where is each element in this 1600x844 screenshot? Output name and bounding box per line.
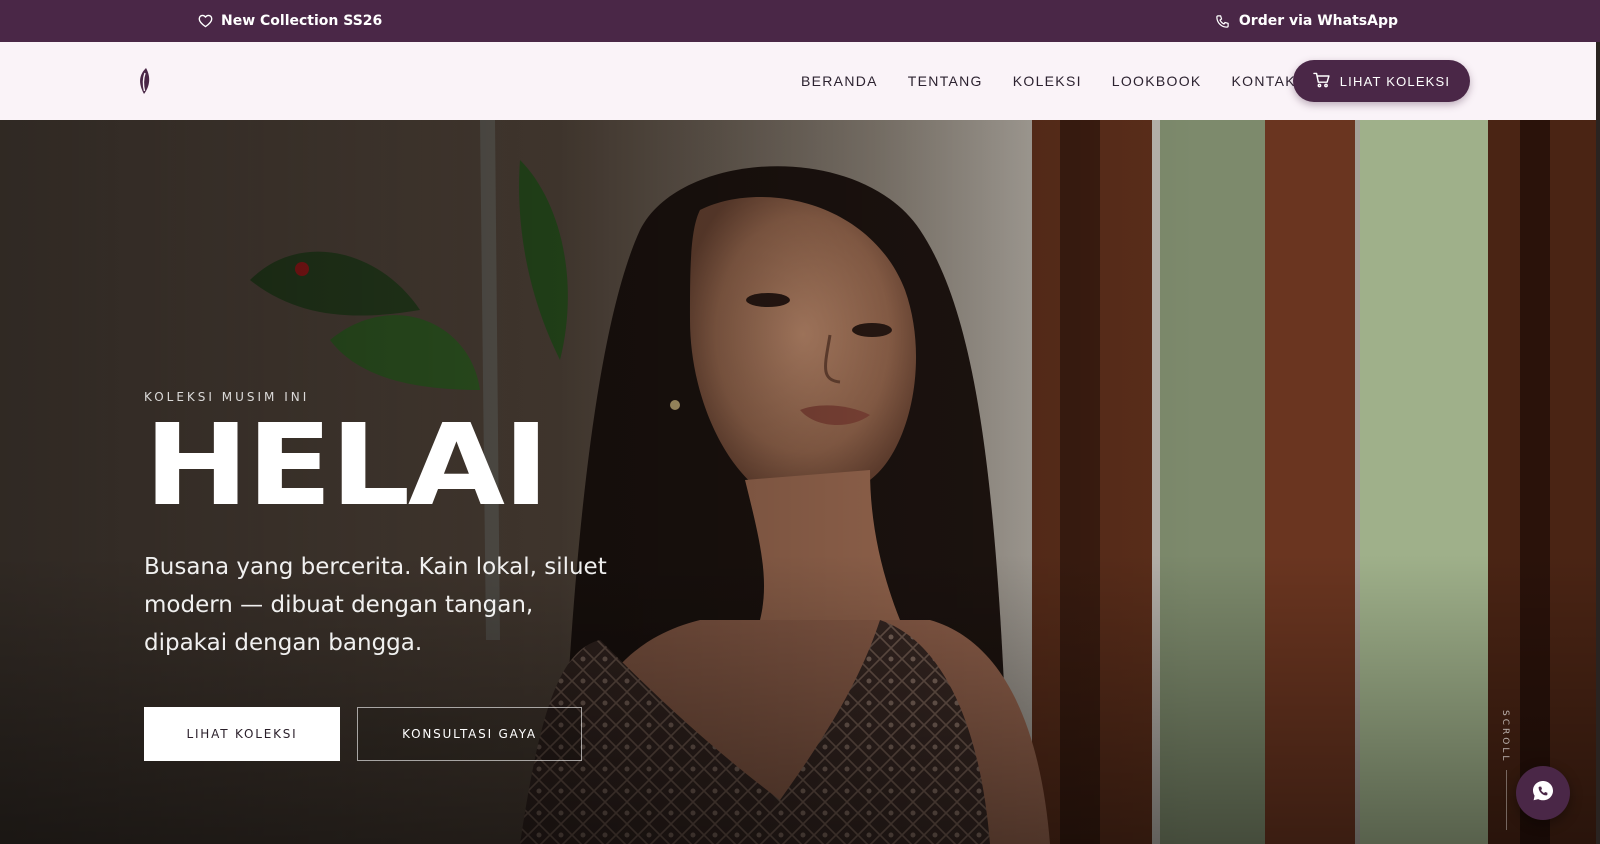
scroll-label: SCROLL (1500, 710, 1510, 764)
cart-icon (1313, 72, 1331, 91)
heart-icon (198, 14, 213, 28)
hero-style-consultation-button[interactable]: KONSULTASI GAYA (357, 707, 582, 761)
leaf-logo-icon[interactable] (137, 67, 153, 95)
hero-section: KOLEKSI MUSIM INI HELAI Busana yang berc… (0, 120, 1596, 844)
nav-link-lookbook[interactable]: LOOKBOOK (1112, 73, 1202, 89)
nav-link-tentang[interactable]: TENTANG (908, 73, 983, 89)
hero-view-collection-button[interactable]: LIHAT KOLEKSI (144, 707, 340, 761)
order-link-text: Order via WhatsApp (1238, 13, 1398, 29)
view-collection-label: LIHAT KOLEKSI (1339, 73, 1451, 89)
scroll-line (1506, 770, 1507, 830)
main-nav: BERANDA TENTANG KOLEKSI LOOKBOOK KONTAK (801, 42, 1326, 120)
nav-link-beranda[interactable]: BERANDA (801, 73, 878, 89)
phone-icon (1215, 14, 1230, 29)
whatsapp-float-button[interactable] (1516, 766, 1570, 820)
hero-title: HELAI (144, 401, 549, 531)
announcement-bar: New Collection SS26 Order via WhatsApp (0, 0, 1600, 42)
page-scrollbar[interactable] (1596, 42, 1600, 844)
announcement-text: New Collection SS26 (221, 13, 383, 29)
view-collection-button[interactable]: LIHAT KOLEKSI (1293, 60, 1470, 102)
whatsapp-icon (1531, 779, 1555, 808)
announcement: New Collection SS26 (198, 0, 382, 42)
order-whatsapp-link[interactable]: Order via WhatsApp (1215, 0, 1398, 42)
nav-link-koleksi[interactable]: KOLEKSI (1013, 73, 1082, 89)
hero-subtitle: Busana yang bercerita. Kain lokal, silue… (144, 554, 607, 656)
site-header: BERANDA TENTANG KOLEKSI LOOKBOOK KONTAK … (0, 42, 1596, 120)
nav-link-kontak[interactable]: KONTAK (1232, 73, 1296, 89)
